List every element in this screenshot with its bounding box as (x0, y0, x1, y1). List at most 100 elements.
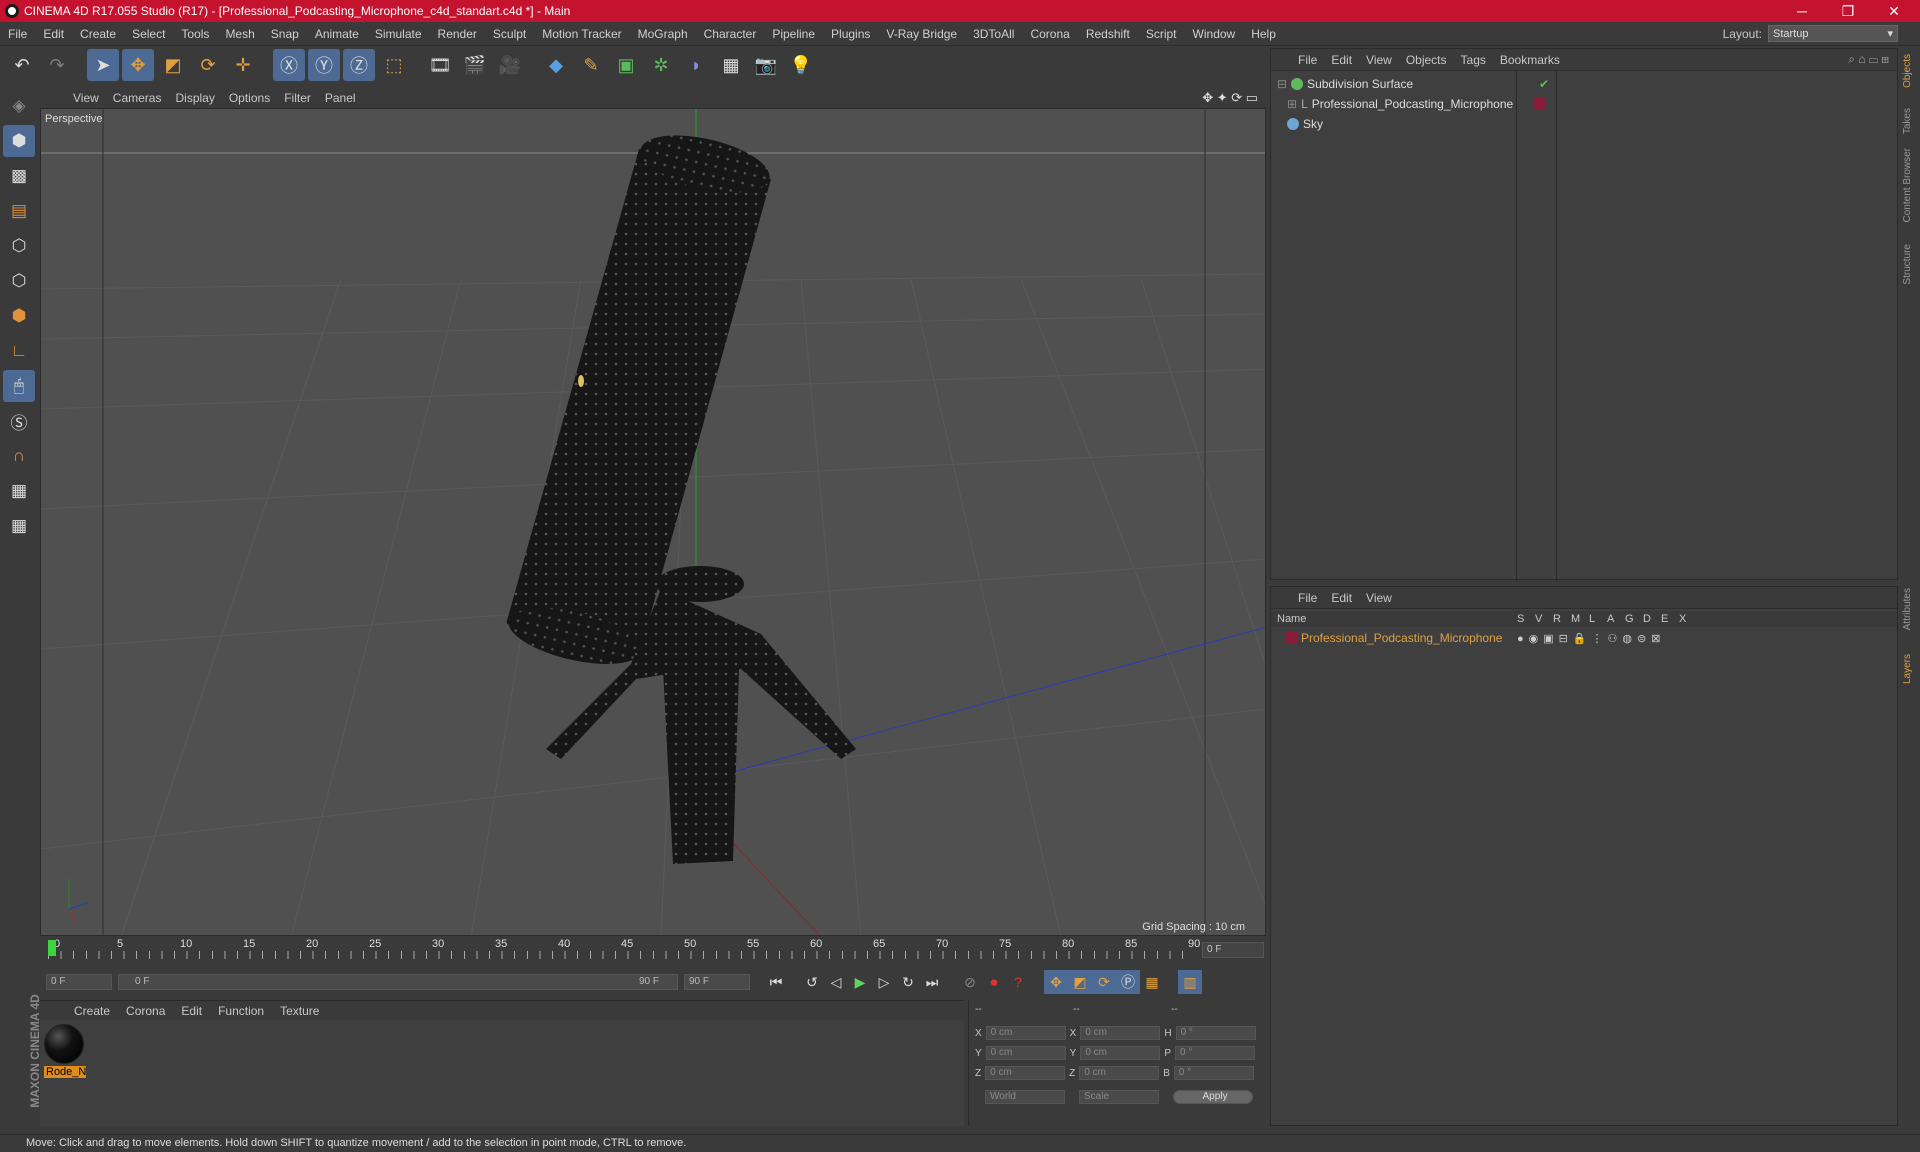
rotation-b-field[interactable]: 0 ° (1173, 1066, 1254, 1080)
points-mode-icon[interactable]: ⬡ (3, 230, 35, 262)
spline-pen-icon[interactable]: ✎ (575, 49, 607, 81)
menu-plugins[interactable]: Plugins (823, 27, 878, 41)
menu-redshift[interactable]: Redshift (1078, 27, 1138, 41)
layer-color-swatch[interactable] (1285, 632, 1297, 644)
go-to-end-icon[interactable]: ⏭ (920, 970, 944, 994)
column-deformers[interactable]: D (1643, 613, 1661, 625)
material-menu-create[interactable]: Create (66, 1004, 118, 1018)
viewport-menu-options[interactable]: Options (222, 91, 277, 105)
scale-icon[interactable]: ◩ (157, 49, 189, 81)
enabled-check-icon[interactable]: ✔ (1539, 77, 1549, 91)
position-y-field[interactable]: 0 cm (985, 1046, 1066, 1060)
menu-tools[interactable]: Tools (173, 27, 217, 41)
position-z-field[interactable]: 0 cm (985, 1066, 1066, 1080)
layer-toggle-icons[interactable]: ●◉▣⊟🔒⋮⚇◍⊜⊠ (1517, 632, 1665, 645)
subdivision-icon[interactable]: ▣ (610, 49, 642, 81)
coordinate-system-icon[interactable]: ⬚ (378, 49, 410, 81)
tab-attributes[interactable]: Attributes (1902, 588, 1918, 630)
menu-window[interactable]: Window (1185, 27, 1244, 41)
tab-takes[interactable]: Takes (1902, 108, 1918, 134)
column-xref[interactable]: X (1679, 613, 1697, 625)
object-row-microphone[interactable]: ⊞ L Professional_Podcasting_Microphone (1287, 95, 1545, 113)
select-arrow-icon[interactable]: ➤ (87, 49, 119, 81)
apply-button[interactable]: Apply (1173, 1090, 1253, 1104)
menu-help[interactable]: Help (1243, 27, 1284, 41)
tab-objects[interactable]: Objects (1902, 54, 1918, 88)
snap-magnet-icon[interactable]: ∩ (3, 440, 35, 472)
size-x-field[interactable]: 0 cm (1080, 1026, 1161, 1040)
objmgr-menu-objects[interactable]: Objects (1399, 53, 1454, 67)
tab-layers[interactable]: Layers (1902, 654, 1918, 684)
move-icon[interactable]: ✥ (122, 49, 154, 81)
viewport-navigation-icons[interactable]: ✥ ✦ ⟳ ▭ (1202, 90, 1258, 106)
workplane-icon[interactable]: ▤ (3, 195, 35, 227)
column-generators[interactable]: G (1625, 613, 1643, 625)
workplane-lock-icon[interactable]: ▦ (3, 475, 35, 507)
transform-icon[interactable]: ✛ (227, 49, 259, 81)
size-z-field[interactable]: 0 cm (1079, 1066, 1160, 1080)
menu-corona[interactable]: Corona (1022, 27, 1077, 41)
restore-button[interactable]: ❐ (1826, 0, 1870, 22)
y-axis-lock-icon[interactable]: Ⓨ (308, 49, 340, 81)
polygons-mode-icon[interactable]: ⬢ (3, 300, 35, 332)
texture-mode-icon[interactable]: ▩ (3, 160, 35, 192)
previous-frame-icon[interactable]: ◁ (824, 970, 848, 994)
tab-content-browser[interactable]: Content Browser (1902, 148, 1918, 222)
objmgr-menu-tags[interactable]: Tags (1454, 53, 1493, 67)
camera-icon[interactable]: 📷 (750, 49, 782, 81)
rotation-p-field[interactable]: 0 ° (1175, 1046, 1256, 1060)
rotate-icon[interactable]: ⟳ (192, 49, 224, 81)
menu-mesh[interactable]: Mesh (217, 27, 262, 41)
viewport-menu-display[interactable]: Display (168, 91, 221, 105)
axis-mode-icon[interactable]: ∟ (3, 335, 35, 367)
coordinate-space-dropdown[interactable]: World (985, 1090, 1065, 1104)
layermgr-menu-view[interactable]: View (1359, 591, 1399, 605)
layer-color-swatch[interactable] (1533, 98, 1545, 110)
menu-render[interactable]: Render (430, 27, 485, 41)
render-picture-viewer-icon[interactable]: 🎬 (459, 49, 491, 81)
menu-edit[interactable]: Edit (35, 27, 72, 41)
key-pla-icon[interactable]: ▦ (1140, 970, 1164, 994)
object-row-sky[interactable]: Sky (1287, 115, 1323, 133)
column-animation[interactable]: A (1607, 613, 1625, 625)
menu-3dtoall[interactable]: 3DToAll (965, 27, 1022, 41)
render-settings-icon[interactable]: 🎥 (494, 49, 526, 81)
column-manager[interactable]: M (1571, 613, 1589, 625)
viewport-menu-panel[interactable]: Panel (318, 91, 363, 105)
z-axis-lock-icon[interactable]: Ⓩ (343, 49, 375, 81)
edges-mode-icon[interactable]: ⬡ (3, 265, 35, 297)
objmgr-menu-edit[interactable]: Edit (1324, 53, 1359, 67)
material-menu-edit[interactable]: Edit (173, 1004, 210, 1018)
material-menu-corona[interactable]: Corona (118, 1004, 173, 1018)
go-to-start-icon[interactable]: ⏮ (764, 970, 788, 994)
key-parameter-icon[interactable]: Ⓟ (1116, 970, 1140, 994)
timeline-ruler[interactable]: 0 5 10 15 20 25 30 35 40 45 50 55 60 65 70 75 80 85 90 0 F (40, 938, 1266, 960)
menu-simulate[interactable]: Simulate (367, 27, 430, 41)
rotation-h-field[interactable]: 0 ° (1175, 1026, 1256, 1040)
light-icon[interactable]: 💡 (785, 49, 817, 81)
expand-icon[interactable]: ⊞ (1287, 97, 1297, 111)
material-menu-texture[interactable]: Texture (272, 1004, 327, 1018)
material-swatch[interactable]: Rode_N (44, 1024, 86, 1084)
frame-range-slider[interactable]: 0 F 90 F (118, 974, 678, 990)
objmgr-menu-bookmarks[interactable]: Bookmarks (1493, 53, 1567, 67)
solo-mode-icon[interactable]: Ⓢ (3, 405, 35, 437)
grid-snap-icon[interactable]: ▦ (3, 510, 35, 542)
playhead-marker[interactable] (48, 940, 56, 956)
column-solo[interactable]: S (1517, 613, 1535, 625)
make-editable-icon[interactable]: ◈ (3, 90, 35, 122)
layermgr-menu-file[interactable]: File (1291, 591, 1324, 605)
x-axis-lock-icon[interactable]: Ⓧ (273, 49, 305, 81)
menu-create[interactable]: Create (72, 27, 124, 41)
key-scale-icon[interactable]: ◩ (1068, 970, 1092, 994)
menu-vray-bridge[interactable]: V-Ray Bridge (878, 27, 965, 41)
viewport-menu-view[interactable]: View (66, 91, 106, 105)
menu-file[interactable]: File (0, 27, 35, 41)
deformer-icon[interactable]: ◗ (680, 49, 712, 81)
undo-icon[interactable]: ↶ (6, 49, 38, 81)
model-mode-icon[interactable]: ⬢ (3, 125, 35, 157)
key-rotation-icon[interactable]: ⟳ (1092, 970, 1116, 994)
previous-key-icon[interactable]: ↺ (800, 970, 824, 994)
menu-select[interactable]: Select (124, 27, 173, 41)
autokey-icon[interactable]: ? (1006, 970, 1030, 994)
